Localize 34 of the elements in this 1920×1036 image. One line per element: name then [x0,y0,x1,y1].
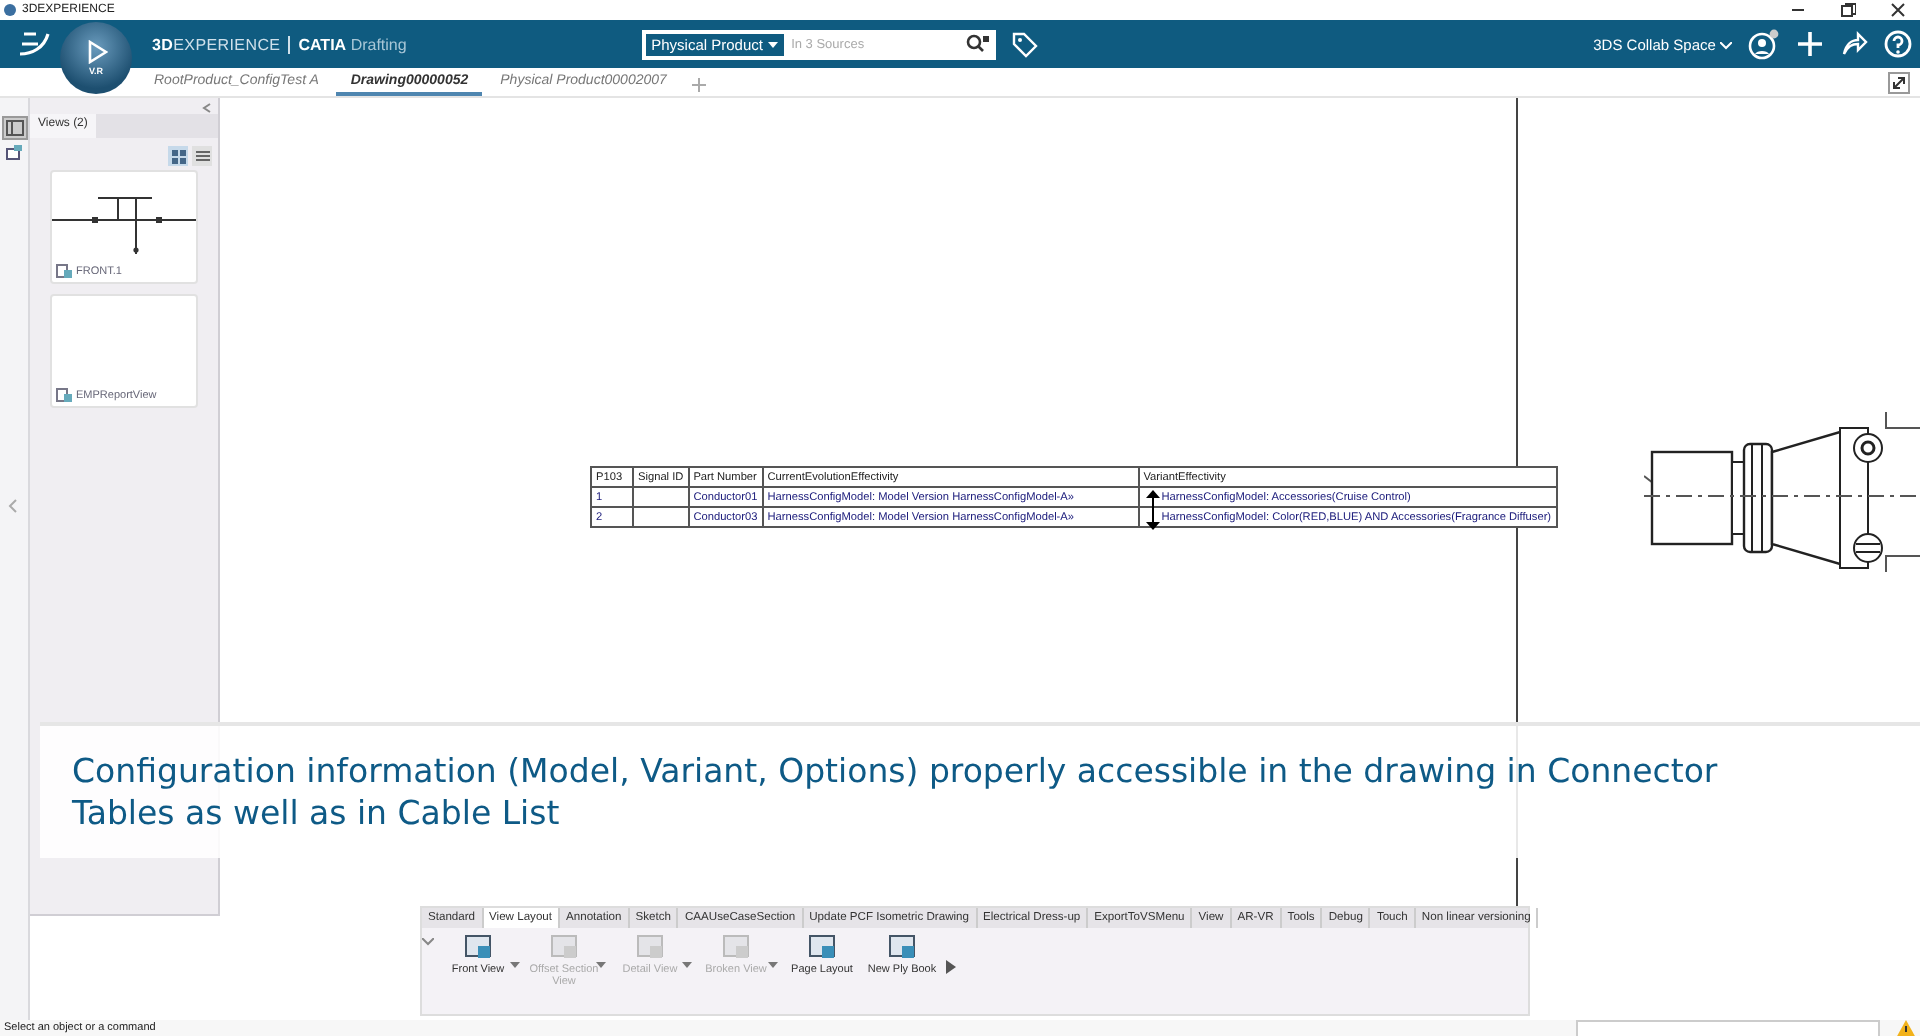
add-icon[interactable] [1796,30,1824,58]
views-panel-icon[interactable] [3,118,25,138]
search-icon[interactable] [965,34,990,54]
view-tool-icon [634,934,666,962]
caption-text: Configuration information (Model, Variant, Options) properly accessible in the drawing in Connector Tables as well as in Cable List [72,750,1720,834]
play-icon [84,40,108,64]
tag-icon[interactable] [1011,31,1038,57]
app-icon [4,4,16,16]
logo-icon [16,30,52,58]
help-icon[interactable] [1884,30,1912,58]
caret-icon [1720,41,1732,49]
view-tool-icon [886,934,918,962]
list-view-button[interactable] [192,146,212,166]
view-tool-icon [720,934,752,962]
view-tool-icon [548,934,580,962]
caret-icon[interactable] [510,962,520,968]
collapse-icon[interactable] [1888,71,1910,93]
user-icon[interactable] [1748,28,1780,60]
plus-icon [692,78,707,92]
app-brand: 3DEXPERIENCE [152,35,281,53]
share-icon[interactable] [1840,30,1868,58]
sheets-panel-icon[interactable] [3,142,25,162]
caret-icon[interactable] [422,938,434,946]
grid-view-button[interactable] [168,146,188,166]
caret-icon [767,42,778,49]
resize-arrow-icon [1146,490,1160,530]
view-tool-icon [462,934,494,962]
view-icon [56,264,72,278]
app-name: CATIA Drafting [298,35,407,53]
view-icon [56,388,72,402]
close-icon [1890,2,1906,18]
view-tool-icon [806,934,838,962]
more-arrow-icon[interactable] [946,960,956,974]
restore-icon [1840,2,1856,18]
